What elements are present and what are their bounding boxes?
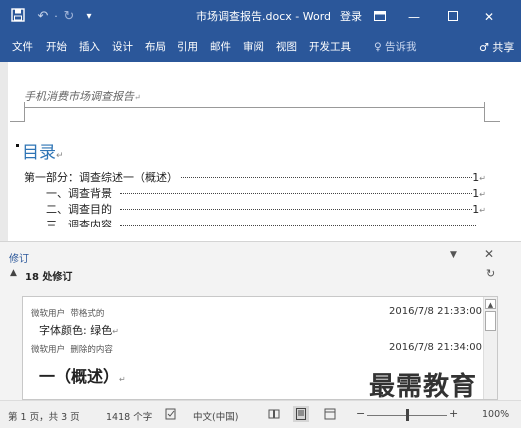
redo-icon[interactable]: ↻ — [62, 8, 76, 26]
margin-corner-bottom-right-h — [484, 121, 500, 122]
page-header-text: 手机消费市场调查报告 — [24, 90, 134, 103]
toc-entry[interactable]: 第一部分：调查综述一（概述） 1↵ — [24, 170, 486, 186]
paragraph-mark: ↵ — [134, 93, 141, 102]
close-icon[interactable]: ✕ — [480, 8, 498, 26]
lightbulb-icon: ♀ — [374, 41, 382, 53]
toc-leader-dots — [174, 177, 476, 178]
tab-insert[interactable]: 插入 — [79, 40, 100, 55]
tell-me-label: 告诉我 — [385, 41, 417, 53]
page-header[interactable]: 手机消费市场调查报告↵ — [24, 88, 141, 104]
document-area[interactable]: 手机消费市场调查报告↵ 目录↵ 第一部分：调查综述一（概述） 1↵ 一、调查背景… — [0, 62, 521, 242]
person-icon: ♂ — [479, 41, 489, 54]
scroll-up-icon[interactable]: ▲ — [485, 299, 496, 309]
zoom-out-icon[interactable]: − — [356, 407, 365, 420]
web-layout-icon[interactable] — [324, 408, 336, 423]
zoom-in-icon[interactable]: + — [449, 407, 458, 420]
tab-file[interactable]: 文件 — [12, 40, 33, 55]
zoom-level[interactable]: 100% — [482, 409, 509, 420]
tab-home[interactable]: 开始 — [46, 40, 67, 55]
tell-me-box[interactable]: ♀ 告诉我 — [374, 40, 417, 55]
close-pane-icon[interactable]: ✕ — [484, 247, 494, 261]
revision-content[interactable]: 一（概述）↵ — [39, 363, 126, 387]
toc-leader-dots — [120, 209, 476, 210]
tab-developer[interactable]: 开发工具 — [309, 40, 351, 55]
page-gutter — [0, 62, 8, 241]
print-layout-icon[interactable] — [296, 408, 306, 423]
tab-view[interactable]: 视图 — [276, 40, 297, 55]
revision-type: 带格式的 — [70, 309, 105, 319]
title-bar: ↶ · ↻ ▾ 市场调查报告.docx - Word 登录 — ✕ — [0, 0, 521, 34]
margin-corner-bottom-right — [484, 108, 485, 122]
pane-options-dropdown-icon[interactable]: ▼ — [450, 250, 457, 260]
toc-entry-page: 1↵ — [472, 186, 486, 202]
paragraph-bullet — [16, 144, 19, 147]
customize-qat-icon[interactable]: ▾ — [84, 8, 94, 26]
toc-entry-text: 三、调查内容 — [46, 218, 114, 227]
sign-in-link[interactable]: 登录 — [340, 10, 362, 24]
minimize-icon[interactable]: — — [405, 8, 423, 26]
toc-entry-text: 二、调查目的 — [46, 202, 114, 217]
tab-mailings[interactable]: 邮件 — [210, 40, 231, 55]
read-mode-icon[interactable] — [268, 408, 280, 423]
save-icon[interactable] — [10, 8, 26, 26]
status-bar: 第 1 页，共 3 页 1418 个字 中文(中国) − + 100% — [0, 400, 521, 428]
toc-entry-page: 1↵ — [472, 170, 486, 186]
revision-date: 2016/7/8 21:34:00 — [389, 342, 483, 353]
window-title: 市场调查报告.docx - Word — [196, 10, 332, 23]
watermark-logo: 最需教育 — [369, 372, 478, 402]
header-divider — [24, 107, 484, 108]
language-indicator[interactable]: 中文(中国) — [193, 409, 238, 423]
tab-layout[interactable]: 布局 — [145, 40, 166, 55]
proofing-icon[interactable] — [165, 408, 177, 423]
scroll-thumb[interactable] — [485, 311, 496, 331]
toc-entry-page: 1↵ — [472, 202, 486, 218]
tab-review[interactable]: 审阅 — [243, 40, 264, 55]
collapse-caret-icon[interactable]: ▲ — [10, 268, 17, 278]
margin-corner-bottom-left-h — [10, 121, 24, 122]
toc-entry[interactable]: 三、调查内容 — [24, 218, 486, 227]
revisions-scrollbar[interactable]: ▲ — [483, 297, 497, 399]
revision-author: 微软用户 — [31, 309, 66, 319]
toc-entry[interactable]: 二、调查目的 1↵ — [24, 202, 486, 218]
tab-design[interactable]: 设计 — [112, 40, 133, 55]
word-count[interactable]: 1418 个字 — [106, 409, 152, 423]
revision-content[interactable]: 字体颜色: 绿色↵ — [39, 322, 119, 338]
paragraph-mark: ↵ — [56, 151, 64, 161]
toc-leader-dots — [120, 225, 476, 226]
toc-title-text: 目录 — [22, 143, 56, 163]
zoom-slider-thumb[interactable] — [406, 409, 409, 421]
revision-author: 微软用户 — [31, 345, 66, 355]
undo-dropdown-icon[interactable]: · — [53, 8, 59, 26]
ribbon-tabs: 文件 开始 插入 设计 布局 引用 邮件 审阅 视图 开发工具 ♀ 告诉我 ♂ … — [0, 34, 521, 62]
toc-entry[interactable]: 一、调查背景 1↵ — [24, 186, 486, 202]
revision-date: 2016/7/8 21:33:00 — [389, 306, 483, 317]
margin-corner-bottom-left — [24, 108, 25, 122]
revision-meta: 微软用户 删除的内容 — [31, 343, 113, 355]
page-count[interactable]: 第 1 页，共 3 页 — [8, 409, 80, 423]
revisions-count: 18 处修订 — [25, 272, 73, 283]
share-label: 共享 — [492, 41, 515, 54]
revision-meta: 微软用户 带格式的 — [31, 307, 104, 319]
toc-leader-dots — [120, 193, 476, 194]
toc-entry-text: 第一部分：调查综述一（概述） — [24, 170, 180, 185]
revisions-pane-title: 修订 — [9, 254, 29, 265]
refresh-icon[interactable]: ↻ — [486, 267, 495, 280]
ribbon-display-options-icon[interactable] — [371, 8, 389, 26]
restore-icon[interactable] — [444, 8, 462, 26]
tab-references[interactable]: 引用 — [177, 40, 198, 55]
share-button[interactable]: ♂ 共享 — [475, 37, 518, 59]
revision-type: 删除的内容 — [70, 345, 113, 355]
undo-icon[interactable]: ↶ — [36, 8, 50, 26]
toc-title[interactable]: 目录↵ — [22, 138, 64, 163]
toc-entry-text: 一、调查背景 — [46, 186, 114, 201]
